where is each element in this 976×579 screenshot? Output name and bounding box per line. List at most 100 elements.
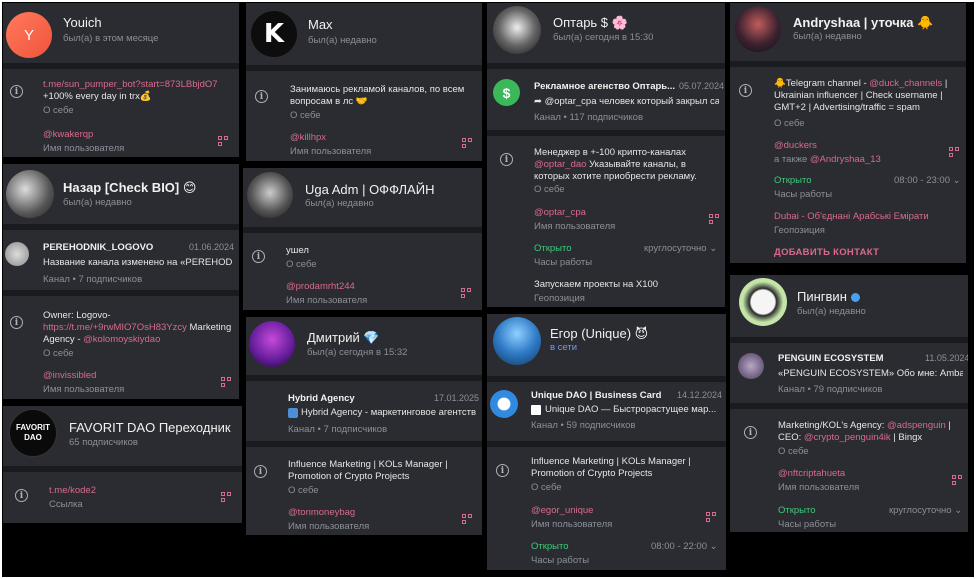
username[interactable]: @killhpx — [290, 132, 326, 144]
info-icon: i — [254, 465, 267, 478]
info-section: i Owner: Logovo- https://t.me/+9rwMIO7Os… — [3, 296, 239, 399]
avatar[interactable] — [493, 6, 541, 54]
card-header: Дмитрий 💎 был(а) сегодня в 15:32 — [246, 317, 482, 375]
channel-section[interactable]: $ Рекламное агенство Оптарь... 05.07.202… — [487, 69, 725, 130]
qr-code-icon[interactable] — [461, 288, 471, 298]
checkbox-icon — [531, 405, 541, 415]
info-section: i Marketing/KOL's Agency: @adspenguin | … — [730, 409, 968, 532]
avatar[interactable] — [247, 172, 293, 218]
hours-value[interactable]: круглосуточно ⌄ — [644, 243, 717, 254]
bio-line: +100% every day in trx💰 — [43, 91, 152, 102]
profile-name-text: Пингвин — [797, 289, 847, 304]
profile-card-max: K Max был(а) недавно i Занимаюсь рекламо… — [246, 3, 482, 161]
qr-code-icon[interactable] — [462, 138, 472, 148]
channel-section[interactable]: PENGUIN ECOSYSTEM 11.05.2024 «PENGUIN EC… — [730, 343, 968, 403]
hours-text: круглосуточно — [644, 243, 707, 254]
qr-code-icon[interactable] — [221, 377, 231, 387]
chevron-down-icon: ⌄ — [709, 243, 718, 254]
card-header: Пингвин был(а) недавно — [730, 275, 968, 337]
info-section: i Influence Marketing | KOLs Manager | P… — [487, 447, 726, 570]
profile-card-egor: Егор (Unique) 😈 в сети Unique DAO | Busi… — [487, 314, 726, 570]
qr-code-icon[interactable] — [949, 147, 959, 157]
profile-name: Дмитрий 💎 — [307, 330, 380, 345]
info-icon: i — [500, 153, 513, 166]
chevron-down-icon: ⌄ — [709, 541, 718, 552]
bio-link[interactable]: t.me/sun_pumper_bot?start=873LBbjdO7 — [43, 79, 218, 90]
info-section: i t.me/sun_pumper_bot?start=873LBbjdO7 +… — [3, 69, 239, 157]
bio-text: Менеджер в +-100 крипто-каналах @optar_d… — [534, 147, 719, 183]
avatar[interactable]: Y — [6, 12, 52, 58]
info-section: i Занимаюсь рекламой каналов, по всем во… — [246, 71, 482, 161]
username[interactable]: @optar_cpa — [534, 207, 586, 219]
hours-status: Открыто — [531, 541, 569, 552]
info-icon: i — [744, 426, 757, 439]
channel-link[interactable]: t.me/kode2 — [49, 485, 96, 497]
qr-code-icon[interactable] — [709, 214, 719, 224]
bio-label: О себе — [43, 105, 74, 116]
qr-code-icon[interactable] — [952, 475, 962, 485]
qr-code-icon[interactable] — [221, 492, 231, 502]
bio-text: t.me/sun_pumper_bot?start=873LBbjdO7 +10… — [43, 79, 233, 103]
channel-section[interactable]: PEREHODNIK_LOGOVO 01.06.2024 Название ка… — [3, 230, 239, 290]
username[interactable]: @invissibled — [43, 370, 96, 382]
last-seen-status: был(а) недавно — [797, 306, 866, 317]
username[interactable]: @duckers — [774, 140, 817, 152]
qr-code-icon[interactable] — [218, 136, 228, 146]
bio-line: Marketing — [186, 322, 232, 333]
hours-label: Часы работы — [774, 189, 833, 200]
hours-value[interactable]: круглосуточно ⌄ — [889, 505, 962, 516]
bio-line: 🐥Telegram channel - — [774, 78, 870, 89]
username-label: Имя пользователя — [534, 221, 616, 232]
bio-link[interactable]: https://t.me/+9rwMIO7OsH83Yzcy — [43, 322, 187, 333]
add-contact-button[interactable]: ДОБАВИТЬ КОНТАКТ — [774, 247, 879, 258]
username-also: а также @Andryshaa_13 — [774, 154, 881, 165]
channel-section[interactable]: Hybrid Agency 17.01.2025 Hybrid Agency -… — [246, 381, 482, 441]
avatar[interactable] — [249, 321, 295, 367]
channel-subscribers: Канал • 7 подписчиков — [43, 274, 143, 285]
channel-date: 14.12.2024 — [677, 390, 723, 400]
bio-text: 🐥Telegram channel - @duck_channels | Ukr… — [774, 78, 962, 114]
channel-section[interactable]: Unique DAO | Business Card 14.12.2024 Un… — [487, 382, 726, 441]
channel-subscribers: Канал • 117 подписчиков — [534, 112, 643, 123]
card-header: Andryshaa | уточка 🐥 был(а) недавно — [730, 3, 966, 61]
username-label: Имя пользователя — [43, 143, 125, 154]
avatar[interactable] — [735, 6, 781, 52]
avatar[interactable]: FAVORIT DAO — [9, 409, 57, 457]
username-label: Имя пользователя — [531, 519, 613, 530]
profile-card-andryshaa: Andryshaa | уточка 🐥 был(а) недавно i 🐥T… — [730, 3, 966, 263]
username[interactable]: @tonmoneybag — [288, 507, 355, 519]
username[interactable]: @prodamrht244 — [286, 281, 355, 293]
bio-mention[interactable]: @crypto_penguin4ik — [804, 432, 891, 443]
profile-name: Оптарь $ 🌸 — [553, 15, 628, 30]
bio-label: О себе — [286, 259, 317, 270]
channel-title: PEREHODNIK_LOGOVO — [43, 242, 154, 253]
bio-mention[interactable]: @duck_channels — [869, 78, 942, 89]
channel-subscribers: Канал • 7 подписчиков — [288, 424, 388, 435]
avatar[interactable] — [493, 317, 541, 365]
username[interactable]: @egor_unique — [531, 505, 593, 517]
bio-label: О себе — [288, 485, 319, 496]
profile-name: Max — [308, 17, 333, 32]
avatar[interactable] — [739, 278, 787, 326]
channel-thumb-icon — [288, 408, 298, 418]
profile-card-nazar: Назар [Check BIO] 😊 был(а) недавно PEREH… — [3, 164, 239, 399]
avatar[interactable] — [6, 170, 54, 218]
k-logo-icon: K — [263, 19, 285, 49]
avatar-letter: Y — [23, 26, 34, 44]
avatar[interactable]: K — [251, 11, 297, 57]
bio-mention[interactable]: @optar_dao — [534, 159, 586, 170]
online-status: в сети — [550, 342, 578, 353]
info-section: i Influence Marketing | KOLs Manager | P… — [246, 447, 482, 535]
channel-avatar — [5, 242, 29, 266]
channel-description: «PENGUIN ECOSYSTEM» Обо мне: Ambass... — [778, 368, 963, 379]
bio-mention[interactable]: @kolomoyskiydao — [83, 334, 160, 345]
channel-avatar — [490, 390, 518, 418]
qr-code-icon[interactable] — [706, 512, 716, 522]
hours-value[interactable]: 08:00 - 22:00 ⌄ — [651, 541, 718, 552]
bio-mention[interactable]: @adspenguin — [887, 420, 946, 431]
username[interactable]: @nftcriptahueta — [778, 468, 845, 480]
qr-code-icon[interactable] — [462, 514, 472, 524]
username[interactable]: @kwakerqp — [43, 129, 93, 141]
username-also-link[interactable]: @Andryshaa_13 — [810, 154, 881, 165]
hours-value[interactable]: 08:00 - 23:00 ⌄ — [894, 175, 961, 186]
